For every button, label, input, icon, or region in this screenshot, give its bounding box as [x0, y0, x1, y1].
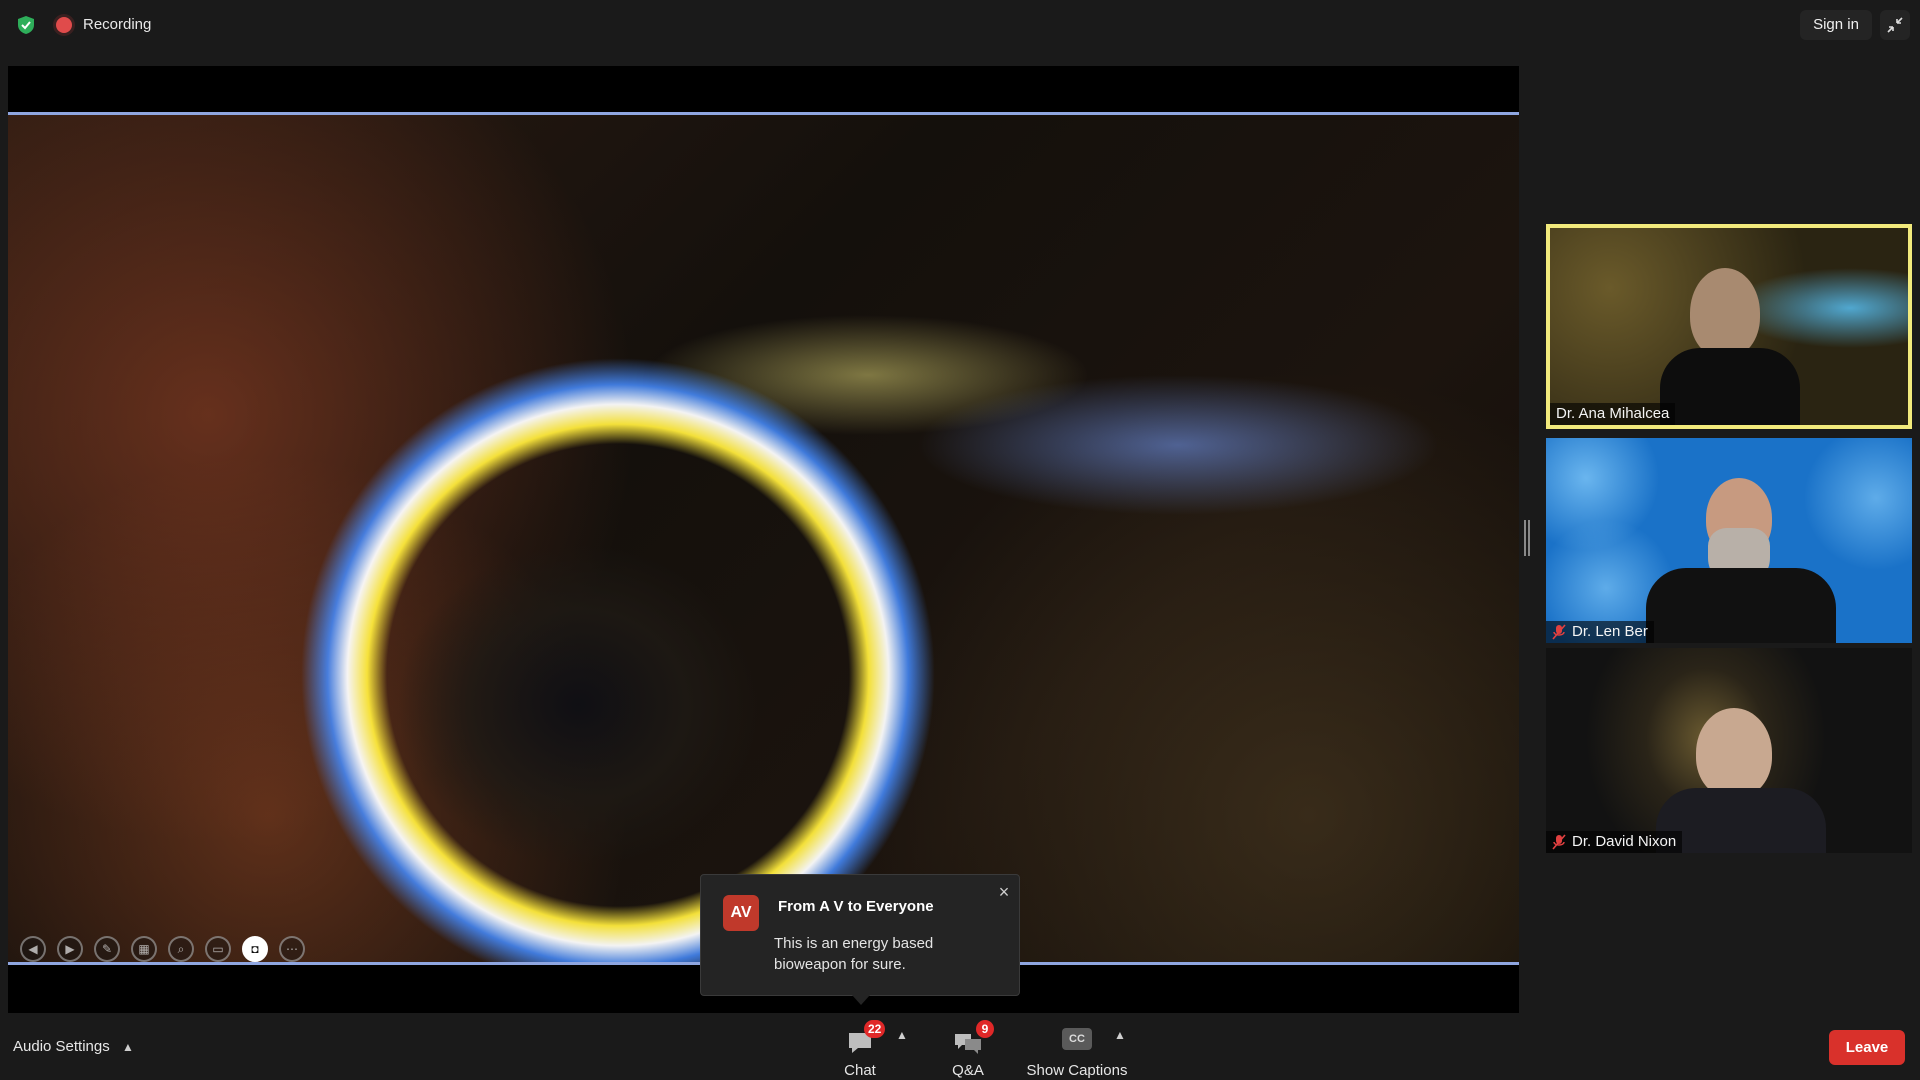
thumbnails-button[interactable]: ▦	[131, 936, 157, 962]
more-icon: ⋯	[286, 942, 298, 956]
mic-muted-icon	[1552, 624, 1566, 640]
participant-name: Dr. Len Ber	[1572, 623, 1648, 640]
recording-label[interactable]: Recording	[83, 16, 151, 33]
camera-button[interactable]: ◘	[242, 936, 268, 962]
zoom-icon: ⌕	[177, 941, 185, 956]
shield-icon[interactable]	[16, 15, 36, 35]
participant-tile[interactable]: Dr. Ana Mihalcea	[1546, 224, 1912, 429]
exit-fullscreen-icon	[1887, 17, 1903, 33]
exit-fullscreen-button[interactable]	[1880, 10, 1910, 40]
bottom-toolbar: Audio Settings ▲ 22 Chat ▲ 9 Q&A CC Show…	[0, 1018, 1920, 1080]
notification-title: From A V to Everyone	[778, 898, 934, 915]
top-bar: Recording Sign in	[0, 0, 1920, 50]
participant-name-badge: Dr. Ana Mihalcea	[1550, 403, 1676, 425]
subtitles-button[interactable]: ▭	[205, 936, 231, 962]
chat-icon-wrap: 22	[840, 1020, 886, 1058]
participant-video	[1690, 268, 1760, 358]
show-captions-label: Show Captions	[1026, 1062, 1128, 1079]
zoom-button[interactable]: ⌕	[168, 936, 194, 962]
share-controls: ◀ ▶ ✎ ▦ ⌕ ▭ ◘ ⋯	[20, 936, 305, 962]
pen-icon: ✎	[101, 942, 113, 956]
notification-message: This is an energy based bioweapon for su…	[774, 935, 934, 973]
prev-icon: ◀	[28, 942, 38, 956]
qa-icon-wrap: 9	[948, 1020, 994, 1058]
participant-name-badge: Dr. Len Ber	[1546, 621, 1654, 643]
chat-count-badge: 22	[864, 1020, 886, 1038]
notification-pointer	[852, 995, 870, 1005]
chat-button[interactable]: 22 Chat	[840, 1020, 886, 1079]
participant-body	[1660, 348, 1800, 425]
chevron-up-icon[interactable]: ▲	[1114, 1028, 1126, 1042]
chevron-up-icon[interactable]: ▲	[122, 1040, 134, 1054]
panel-resize-handle[interactable]	[1524, 520, 1530, 556]
recording-icon[interactable]	[56, 17, 72, 33]
subtitles-icon: ▭	[212, 942, 224, 956]
closed-captions-icon: CC	[1062, 1028, 1092, 1050]
sender-avatar: AV	[723, 895, 759, 931]
participant-tile[interactable]: Dr. David Nixon	[1546, 648, 1912, 853]
chat-label: Chat	[844, 1062, 876, 1079]
sign-in-button[interactable]: Sign in	[1800, 10, 1872, 40]
prev-button[interactable]: ◀	[20, 936, 46, 962]
mic-muted-icon	[1552, 834, 1566, 850]
participant-tile[interactable]: Dr. Len Ber	[1546, 438, 1912, 643]
next-icon: ▶	[65, 942, 75, 956]
participant-name: Dr. David Nixon	[1572, 833, 1677, 850]
leave-button[interactable]: Leave	[1829, 1030, 1905, 1065]
camera-icon: ◘	[251, 942, 259, 956]
shared-screen[interactable]: ◀ ▶ ✎ ▦ ⌕ ▭ ◘ ⋯	[8, 66, 1519, 1013]
chevron-up-icon[interactable]: ▲	[896, 1028, 908, 1042]
qa-button[interactable]: 9 Q&A	[948, 1020, 994, 1079]
participant-name: Dr. Ana Mihalcea	[1556, 405, 1670, 422]
microscope-image	[8, 112, 1519, 965]
thumbnails-icon: ▦	[138, 942, 150, 956]
participant-body	[1646, 568, 1836, 643]
audio-settings-button[interactable]: Audio Settings	[13, 1038, 110, 1055]
qa-count-badge: 9	[976, 1020, 994, 1038]
more-button[interactable]: ⋯	[279, 936, 305, 962]
next-button[interactable]: ▶	[57, 936, 83, 962]
qa-label: Q&A	[952, 1062, 984, 1079]
participant-video	[1696, 708, 1772, 798]
chat-notification[interactable]: AV From A V to Everyone This is an energ…	[700, 874, 1020, 996]
close-icon[interactable]: ×	[995, 883, 1013, 901]
pen-button[interactable]: ✎	[94, 936, 120, 962]
participant-name-badge: Dr. David Nixon	[1546, 831, 1683, 853]
